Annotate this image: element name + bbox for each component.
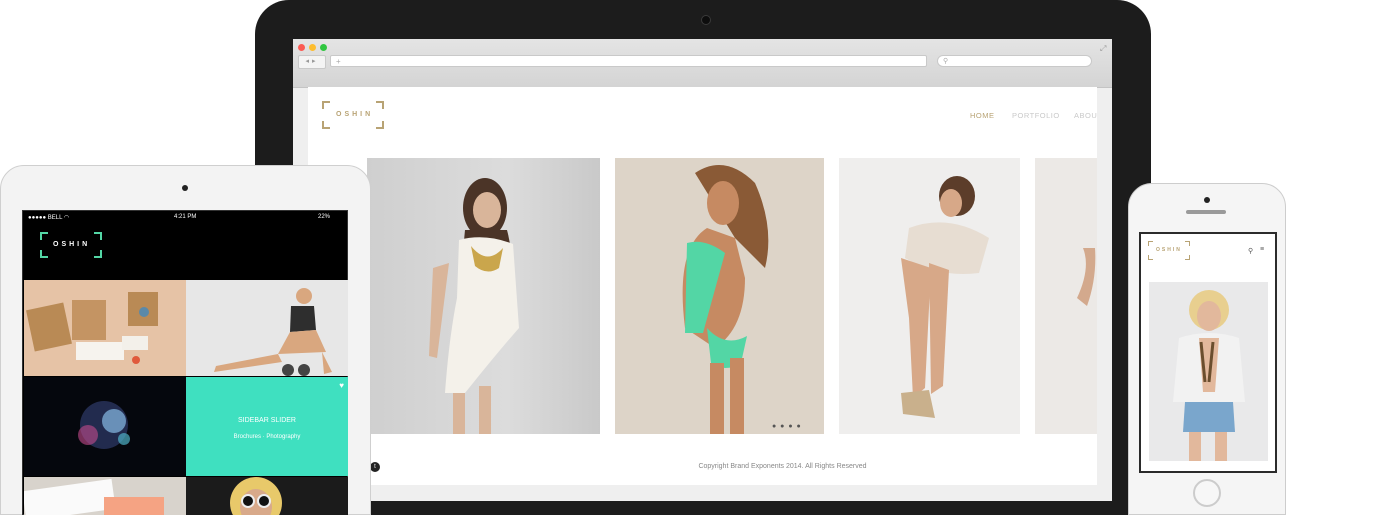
tablet-camera [182, 185, 188, 191]
gallery-photo-green-swimsuit[interactable] [615, 158, 824, 434]
site-logo[interactable]: OSHIN [322, 101, 384, 129]
gallery-photo-partial[interactable] [1035, 158, 1097, 434]
tablet-battery: 22% [318, 214, 331, 220]
stationery-image [26, 292, 158, 364]
nav-portfolio[interactable]: PORTFOLIO [1012, 111, 1060, 120]
tile-title: SIDEBAR SLIDER [238, 417, 296, 424]
phone-speaker [1186, 210, 1226, 214]
twitter-icon[interactable]: t [370, 462, 380, 472]
tile-stationery[interactable] [24, 280, 186, 376]
gallery-photo-white-dress[interactable] [367, 158, 600, 434]
gallery-photo-white-sweater[interactable] [839, 158, 1020, 434]
new-tab-icon: + [336, 57, 341, 66]
model-white-dress-image [429, 178, 519, 434]
phone-logo-text: OSHIN [1156, 247, 1182, 253]
model-blonde-image [1173, 290, 1245, 461]
paper-image [22, 478, 164, 520]
tile-fitness[interactable] [186, 280, 348, 376]
model-white-sweater-image [901, 176, 989, 418]
nav-about[interactable]: ABOUT [1074, 111, 1097, 120]
menu-icon[interactable]: ≡ [1260, 246, 1264, 253]
nebula-image [78, 401, 130, 449]
tablet-carrier: ●●●●● BELL ◠ [28, 215, 70, 221]
model-partial-image [1077, 248, 1096, 306]
portrait-image [230, 477, 282, 520]
tile-portrait[interactable] [186, 477, 348, 520]
model-green-swimsuit-image [682, 165, 769, 434]
heart-icon[interactable]: ♥ [339, 381, 344, 390]
tablet-logo-text: OSHIN [53, 241, 91, 248]
tablet-logo[interactable]: OSHIN [40, 232, 102, 258]
search-icon: ⚲ [943, 58, 949, 65]
slider-pagination[interactable]: ● ● ● ● [772, 423, 802, 430]
nav-home[interactable]: HOME [970, 111, 995, 120]
copyright-text: Copyright Brand Exponents 2014. All Righ… [698, 463, 867, 470]
phone-home-button[interactable] [1193, 479, 1221, 507]
phone-hero-photo[interactable] [1149, 282, 1268, 461]
tile-sidebar-slider[interactable]: ♥ SIDEBAR SLIDER Brochures · Photography [186, 377, 348, 476]
browser-search-field[interactable]: ⚲ [937, 55, 1092, 67]
tile-subtitle: Brochures · Photography [233, 434, 301, 440]
tile-paper[interactable] [22, 477, 186, 520]
logo-text: OSHIN [336, 111, 374, 118]
tile-nebula[interactable] [24, 377, 186, 476]
tablet-time: 4:21 PM [174, 214, 197, 220]
minimize-window-button[interactable] [309, 44, 316, 51]
url-bar[interactable]: + [330, 55, 927, 67]
fitness-image [214, 288, 332, 376]
phone-camera [1204, 197, 1210, 203]
maximize-window-button[interactable] [320, 44, 327, 51]
fullscreen-icon[interactable]: ⤢ [1100, 44, 1106, 54]
search-icon[interactable]: ⚲ [1248, 247, 1253, 255]
phone-logo[interactable]: OSHIN [1148, 241, 1190, 260]
back-forward-buttons[interactable]: ◂▸ [298, 55, 326, 69]
close-window-button[interactable] [298, 44, 305, 51]
monitor-camera [701, 15, 711, 25]
